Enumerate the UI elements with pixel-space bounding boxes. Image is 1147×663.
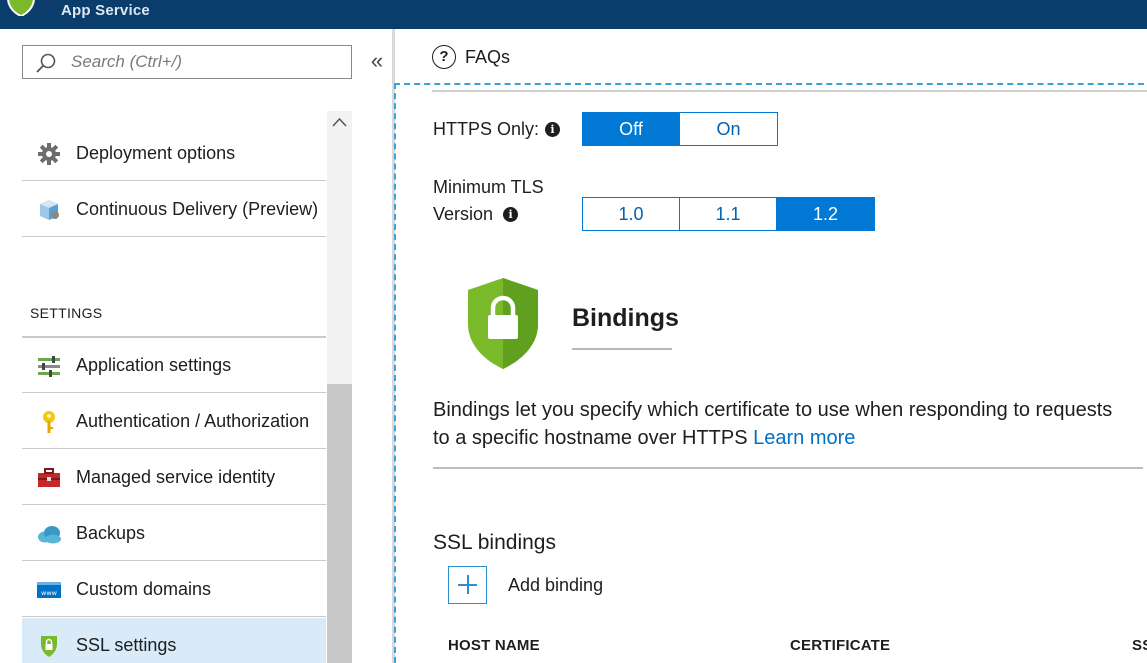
collapse-menu-button[interactable]: « [366, 48, 388, 74]
menu-item-label: Backups [76, 523, 146, 543]
info-icon[interactable]: i [503, 207, 519, 222]
column-header-host-name[interactable]: HOST NAME [448, 637, 540, 654]
min-tls-label-line2: Version i [433, 204, 519, 225]
search-input[interactable] [71, 50, 341, 74]
menu-item-label: Application settings [76, 355, 232, 375]
https-only-toggle[interactable]: Off On [582, 112, 778, 146]
sliders-icon [38, 356, 60, 377]
green-shield-lock-icon [468, 278, 538, 369]
bindings-title: Bindings [572, 304, 679, 332]
add-binding-label[interactable]: Add binding [508, 575, 603, 596]
tls-option-1-2[interactable]: 1.2 [777, 198, 874, 230]
menu-item-label: Continuous Delivery (Preview) [76, 199, 319, 219]
bindings-description: Bindings let you specify which certifica… [433, 399, 1113, 449]
menu-item-label: Custom domains [76, 579, 212, 599]
menu-item-label: SSL settings [76, 635, 177, 655]
bindings-underline [572, 348, 672, 350]
menu-item-continuous-delivery[interactable]: Continuous Delivery (Preview) [22, 182, 326, 237]
cloud-icon [38, 526, 61, 544]
column-header-certificate[interactable]: CERTIFICATE [790, 637, 890, 654]
search-box[interactable] [22, 45, 352, 79]
app-service-shield-icon [7, 0, 35, 16]
ssl-bindings-title: SSL bindings [433, 531, 556, 554]
faqs-button[interactable]: ? FAQs [432, 44, 510, 70]
resource-menu: « Deployment options [0, 29, 392, 663]
menu-item-application-settings[interactable]: Application settings [22, 338, 326, 393]
top-bar: App Service [0, 0, 1147, 29]
content-focus-frame [394, 83, 1147, 663]
menu-item-label: Managed service identity [76, 467, 276, 487]
menu-item-backups[interactable]: Backups [22, 506, 326, 561]
key-icon [43, 411, 55, 433]
cube-icon [40, 200, 59, 220]
menu-item-ssl-settings[interactable]: SSL settings [22, 618, 326, 663]
https-only-label: HTTPS Only: i [433, 119, 561, 140]
menu-scrollbar[interactable] [327, 111, 352, 663]
menu-item-label: Deployment options [76, 143, 236, 163]
shield-icon [41, 636, 57, 657]
min-tls-label-line1: Minimum TLS [433, 177, 544, 197]
tls-option-1-1[interactable]: 1.1 [680, 198, 777, 230]
min-tls-toggle[interactable]: 1.0 1.1 1.2 [582, 197, 875, 231]
toolbox-icon [38, 468, 60, 487]
content-top-divider [432, 90, 1147, 92]
menu-item-managed-service-identity[interactable]: Managed service identity [22, 450, 326, 505]
column-header-ssl-type[interactable]: SS [1132, 637, 1147, 654]
search-icon [36, 53, 56, 73]
learn-more-link[interactable]: Learn more [753, 427, 855, 449]
app-title: App Service [61, 2, 150, 19]
section-header-settings: SETTINGS [30, 305, 103, 321]
https-only-option-on[interactable]: On [680, 113, 777, 145]
description-divider [433, 467, 1143, 469]
faqs-label: FAQs [465, 46, 511, 67]
scroll-up-arrow-icon[interactable] [327, 111, 352, 135]
gear-icon [38, 143, 60, 165]
info-icon[interactable]: i [545, 122, 561, 137]
scrollbar-thumb[interactable] [327, 384, 352, 663]
menu-item-custom-domains[interactable]: www Custom domains [22, 562, 326, 617]
menu-item-authentication[interactable]: Authentication / Authorization [22, 394, 326, 449]
menu-item-deployment-options[interactable]: Deployment options [22, 126, 326, 181]
question-circle-icon: ? [432, 45, 456, 69]
add-binding-button[interactable] [448, 566, 487, 604]
menu-item-label: Authentication / Authorization [76, 411, 310, 431]
www-icon: www [37, 582, 61, 598]
svg-text:www: www [41, 589, 58, 597]
tls-option-1-0[interactable]: 1.0 [583, 198, 680, 230]
https-only-option-off[interactable]: Off [583, 113, 680, 145]
